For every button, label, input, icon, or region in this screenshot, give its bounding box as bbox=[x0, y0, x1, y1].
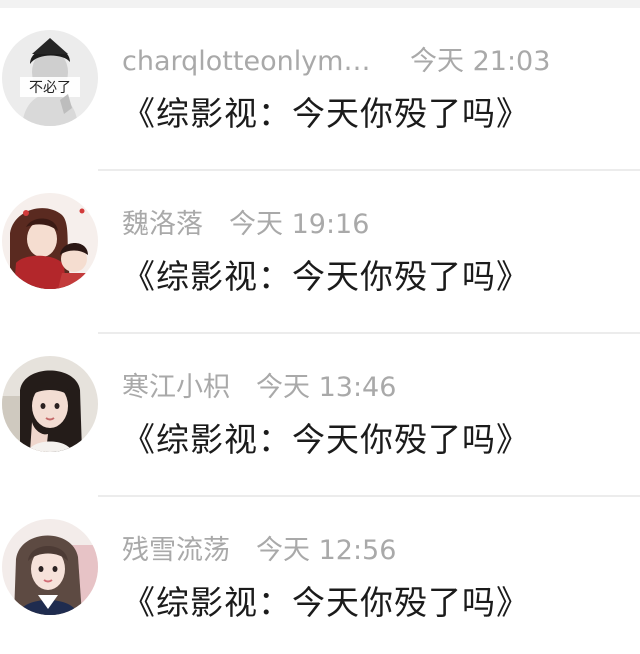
comment-item[interactable]: 不必了 charqlotteonlymp… 今天 21:03 《综影视：今天你殁了… bbox=[0, 8, 640, 171]
comment-item[interactable]: 魏洛落 今天 19:16 《综影视：今天你殁了吗》 bbox=[0, 171, 640, 334]
anime-illustration-avatar-icon[interactable] bbox=[2, 193, 98, 289]
comment-text: 《综影视：今天你殁了吗》 bbox=[122, 94, 530, 133]
comment-meta: 残雪流荡 今天 12:56 bbox=[122, 533, 396, 569]
avatar-image bbox=[2, 519, 98, 615]
username[interactable]: 魏洛落 bbox=[122, 207, 203, 243]
comment-meta: 寒江小枳 今天 13:46 bbox=[122, 370, 396, 406]
girl-photo-avatar-icon[interactable] bbox=[2, 356, 98, 452]
comment-text: 《综影视：今天你殁了吗》 bbox=[122, 583, 530, 622]
avatar-caption: 不必了 bbox=[29, 80, 71, 96]
username[interactable]: 残雪流荡 bbox=[122, 533, 230, 569]
timestamp: 今天 21:03 bbox=[410, 46, 551, 77]
username[interactable]: charqlotteonlymp… bbox=[122, 44, 384, 80]
male-grayscale-avatar-icon[interactable]: 不必了 bbox=[2, 30, 98, 126]
comment-item[interactable]: 寒江小枳 今天 13:46 《综影视：今天你殁了吗》 bbox=[0, 334, 640, 497]
username[interactable]: 寒江小枳 bbox=[122, 370, 230, 406]
avatar-image bbox=[2, 193, 98, 289]
avatar-image bbox=[2, 356, 98, 452]
avatar-image: 不必了 bbox=[2, 30, 98, 126]
top-divider bbox=[0, 0, 640, 8]
comment-meta: charqlotteonlymp… 今天 21:03 bbox=[122, 44, 550, 80]
comment-meta: 魏洛落 今天 19:16 bbox=[122, 207, 369, 243]
comment-text: 《综影视：今天你殁了吗》 bbox=[122, 257, 530, 296]
timestamp: 今天 13:46 bbox=[256, 372, 397, 403]
comment-item[interactable]: 残雪流荡 今天 12:56 《综影视：今天你殁了吗》 bbox=[0, 497, 640, 654]
timestamp: 今天 19:16 bbox=[229, 209, 370, 240]
comment-text: 《综影视：今天你殁了吗》 bbox=[122, 420, 530, 459]
timestamp: 今天 12:56 bbox=[256, 535, 397, 566]
comment-list: 不必了 charqlotteonlymp… 今天 21:03 《综影视：今天你殁了… bbox=[0, 0, 640, 654]
girl-uniform-avatar-icon[interactable] bbox=[2, 519, 98, 615]
